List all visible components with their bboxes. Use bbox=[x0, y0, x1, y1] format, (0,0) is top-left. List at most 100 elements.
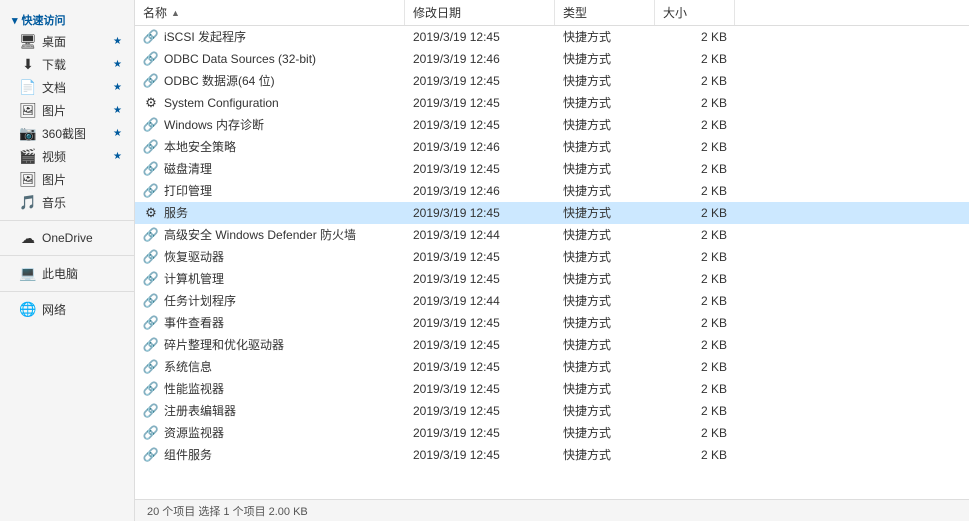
table-row[interactable]: 🔗 注册表编辑器 2019/3/19 12:45 快捷方式 2 KB bbox=[135, 400, 969, 422]
table-row[interactable]: 🔗 ODBC 数据源(64 位) 2019/3/19 12:45 快捷方式 2 … bbox=[135, 70, 969, 92]
col-size-label: 大小 bbox=[663, 4, 687, 21]
file-type-cell: 快捷方式 bbox=[555, 182, 655, 199]
file-date-cell: 2019/3/19 12:45 bbox=[405, 316, 555, 330]
file-icon: 🔗 bbox=[143, 293, 159, 309]
file-name-cell: 🔗 任务计划程序 bbox=[135, 292, 405, 309]
sidebar-item-1[interactable]: ⬇ 下载 ★ bbox=[0, 53, 134, 76]
file-icon: 🔗 bbox=[143, 29, 159, 45]
table-row[interactable]: 🔗 恢复驱动器 2019/3/19 12:45 快捷方式 2 KB bbox=[135, 246, 969, 268]
file-icon: 🔗 bbox=[143, 271, 159, 287]
file-name: ODBC 数据源(64 位) bbox=[164, 72, 275, 89]
file-name: 恢复驱动器 bbox=[164, 248, 224, 265]
sidebar-item-network[interactable]: 🌐 网络 bbox=[0, 298, 134, 321]
sidebar-item-label-5: 视频 bbox=[42, 148, 66, 165]
table-row[interactable]: 🔗 性能监视器 2019/3/19 12:45 快捷方式 2 KB bbox=[135, 378, 969, 400]
file-type-cell: 快捷方式 bbox=[555, 424, 655, 441]
file-size-cell: 2 KB bbox=[655, 448, 735, 462]
sidebar-item-onedrive[interactable]: ☁ OneDrive bbox=[0, 227, 134, 249]
file-size-cell: 2 KB bbox=[655, 162, 735, 176]
table-row[interactable]: 🔗 Windows 内存诊断 2019/3/19 12:45 快捷方式 2 KB bbox=[135, 114, 969, 136]
file-name: System Configuration bbox=[164, 96, 279, 110]
file-name-cell: 🔗 组件服务 bbox=[135, 446, 405, 463]
table-row[interactable]: 🔗 碎片整理和优化驱动器 2019/3/19 12:45 快捷方式 2 KB bbox=[135, 334, 969, 356]
sidebar-item-0[interactable]: 🖥 桌面 ★ bbox=[0, 30, 134, 53]
file-date-cell: 2019/3/19 12:45 bbox=[405, 250, 555, 264]
file-type-cell: 快捷方式 bbox=[555, 50, 655, 67]
file-date-cell: 2019/3/19 12:45 bbox=[405, 118, 555, 132]
col-header-date[interactable]: 修改日期 bbox=[405, 0, 555, 25]
pin-icon: ★ bbox=[113, 105, 122, 116]
file-name-cell: 🔗 iSCSI 发起程序 bbox=[135, 28, 405, 45]
col-type-label: 类型 bbox=[563, 4, 587, 21]
table-row[interactable]: 🔗 任务计划程序 2019/3/19 12:44 快捷方式 2 KB bbox=[135, 290, 969, 312]
network-label: 网络 bbox=[42, 301, 66, 318]
table-row[interactable]: 🔗 iSCSI 发起程序 2019/3/19 12:45 快捷方式 2 KB bbox=[135, 26, 969, 48]
file-size-cell: 2 KB bbox=[655, 184, 735, 198]
sidebar-item-label-6: 图片 bbox=[42, 171, 66, 188]
table-row[interactable]: 🔗 磁盘清理 2019/3/19 12:45 快捷方式 2 KB bbox=[135, 158, 969, 180]
sidebar-item-6[interactable]: 🖼 图片 bbox=[0, 168, 134, 191]
file-type-cell: 快捷方式 bbox=[555, 204, 655, 221]
col-header-name[interactable]: 名称 ▲ bbox=[135, 0, 405, 25]
table-row[interactable]: ⚙ 服务 2019/3/19 12:45 快捷方式 2 KB bbox=[135, 202, 969, 224]
file-icon: 🔗 bbox=[143, 139, 159, 155]
file-name: Windows 内存诊断 bbox=[164, 116, 264, 133]
sidebar-item-thispc[interactable]: 💻 此电脑 bbox=[0, 262, 134, 285]
file-name-cell: 🔗 打印管理 bbox=[135, 182, 405, 199]
file-type-cell: 快捷方式 bbox=[555, 72, 655, 89]
file-name-cell: 🔗 ODBC 数据源(64 位) bbox=[135, 72, 405, 89]
file-icon: 🔗 bbox=[143, 249, 159, 265]
sidebar-item-7[interactable]: 🎵 音乐 bbox=[0, 191, 134, 214]
sidebar-item-label-0: 桌面 bbox=[42, 33, 66, 50]
col-header-type[interactable]: 类型 bbox=[555, 0, 655, 25]
file-size-cell: 2 KB bbox=[655, 272, 735, 286]
table-row[interactable]: 🔗 ODBC Data Sources (32-bit) 2019/3/19 1… bbox=[135, 48, 969, 70]
table-row[interactable]: 🔗 打印管理 2019/3/19 12:46 快捷方式 2 KB bbox=[135, 180, 969, 202]
file-date-cell: 2019/3/19 12:45 bbox=[405, 96, 555, 110]
file-date-cell: 2019/3/19 12:45 bbox=[405, 206, 555, 220]
file-date-cell: 2019/3/19 12:45 bbox=[405, 448, 555, 462]
file-name: 注册表编辑器 bbox=[164, 402, 236, 419]
file-size-cell: 2 KB bbox=[655, 228, 735, 242]
table-row[interactable]: 🔗 高级安全 Windows Defender 防火墙 2019/3/19 12… bbox=[135, 224, 969, 246]
table-row[interactable]: 🔗 事件查看器 2019/3/19 12:45 快捷方式 2 KB bbox=[135, 312, 969, 334]
file-size-cell: 2 KB bbox=[655, 118, 735, 132]
file-name-cell: ⚙ System Configuration bbox=[135, 95, 405, 111]
sidebar-item-2[interactable]: 📄 文档 ★ bbox=[0, 76, 134, 99]
sidebar-item-5[interactable]: 🎬 视频 ★ bbox=[0, 145, 134, 168]
status-text: 20 个项目 选择 1 个项目 2.00 KB bbox=[147, 503, 308, 519]
table-row[interactable]: 🔗 计算机管理 2019/3/19 12:45 快捷方式 2 KB bbox=[135, 268, 969, 290]
file-icon: ⚙ bbox=[143, 95, 159, 111]
file-name-cell: 🔗 高级安全 Windows Defender 防火墙 bbox=[135, 226, 405, 243]
sidebar-item-icon-7: 🎵 bbox=[20, 195, 36, 211]
quick-access-header[interactable]: ▾ 快速访问 bbox=[0, 8, 134, 30]
sidebar-item-icon-2: 📄 bbox=[20, 80, 36, 96]
sidebar-item-icon-1: ⬇ bbox=[20, 57, 36, 73]
file-icon: 🔗 bbox=[143, 183, 159, 199]
file-name: ODBC Data Sources (32-bit) bbox=[164, 52, 316, 66]
file-date-cell: 2019/3/19 12:46 bbox=[405, 184, 555, 198]
file-icon: 🔗 bbox=[143, 117, 159, 133]
table-row[interactable]: 🔗 资源监视器 2019/3/19 12:45 快捷方式 2 KB bbox=[135, 422, 969, 444]
file-type-cell: 快捷方式 bbox=[555, 270, 655, 287]
file-date-cell: 2019/3/19 12:45 bbox=[405, 360, 555, 374]
file-name-cell: 🔗 Windows 内存诊断 bbox=[135, 116, 405, 133]
sidebar-item-3[interactable]: 🖼 图片 ★ bbox=[0, 99, 134, 122]
file-size-cell: 2 KB bbox=[655, 74, 735, 88]
table-row[interactable]: 🔗 组件服务 2019/3/19 12:45 快捷方式 2 KB bbox=[135, 444, 969, 466]
col-header-size[interactable]: 大小 bbox=[655, 0, 735, 25]
file-name: 本地安全策略 bbox=[164, 138, 236, 155]
file-date-cell: 2019/3/19 12:44 bbox=[405, 294, 555, 308]
file-date-cell: 2019/3/19 12:45 bbox=[405, 74, 555, 88]
sidebar-item-4[interactable]: 📷 360截图 ★ bbox=[0, 122, 134, 145]
table-row[interactable]: ⚙ System Configuration 2019/3/19 12:45 快… bbox=[135, 92, 969, 114]
table-row[interactable]: 🔗 本地安全策略 2019/3/19 12:46 快捷方式 2 KB bbox=[135, 136, 969, 158]
sort-arrow-name: ▲ bbox=[171, 8, 180, 18]
file-size-cell: 2 KB bbox=[655, 382, 735, 396]
sidebar-divider-1 bbox=[0, 220, 134, 221]
onedrive-label: OneDrive bbox=[42, 231, 93, 245]
file-date-cell: 2019/3/19 12:45 bbox=[405, 382, 555, 396]
file-name-cell: 🔗 ODBC Data Sources (32-bit) bbox=[135, 51, 405, 67]
file-date-cell: 2019/3/19 12:45 bbox=[405, 272, 555, 286]
table-row[interactable]: 🔗 系统信息 2019/3/19 12:45 快捷方式 2 KB bbox=[135, 356, 969, 378]
